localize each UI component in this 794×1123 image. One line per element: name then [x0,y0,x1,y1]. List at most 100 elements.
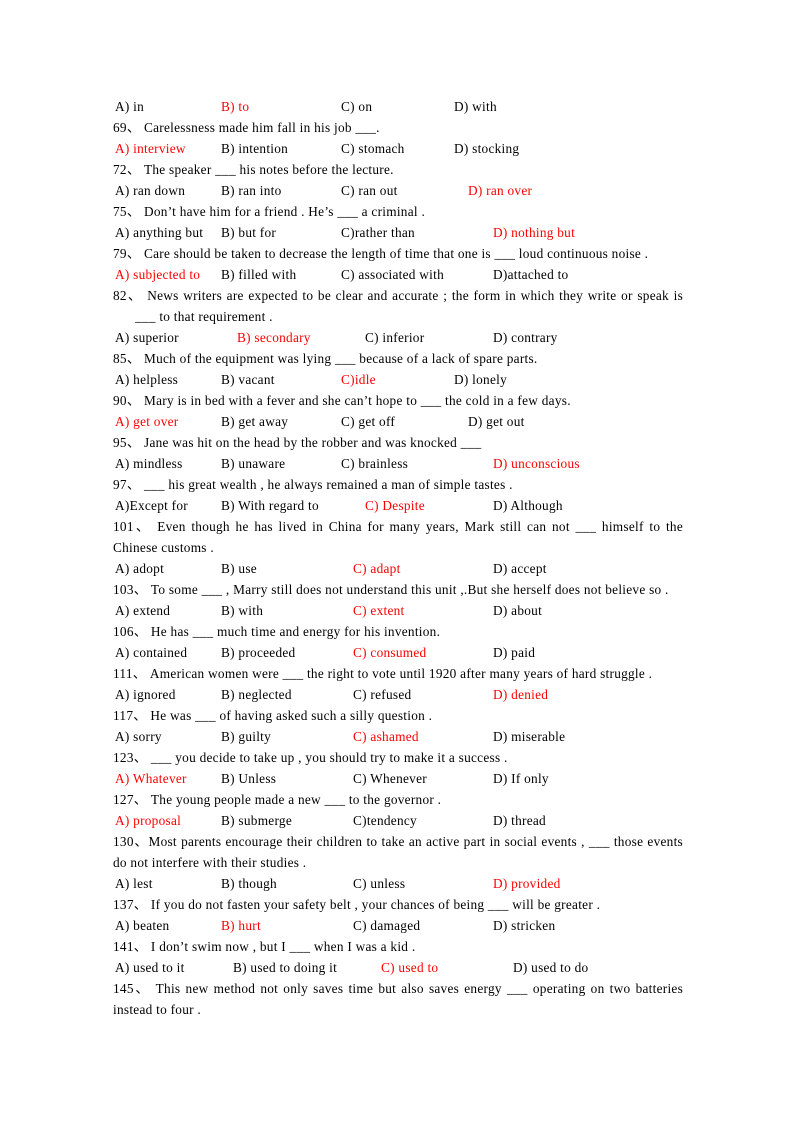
question-number: 75、 [113,204,141,219]
answer-option[interactable]: D) with [454,96,497,117]
answer-option[interactable]: D) thread [493,810,546,831]
answer-option-correct[interactable]: D) ran over [468,180,532,201]
answer-option[interactable]: B) ran into [221,180,282,201]
answer-option-correct[interactable]: C)idle [341,369,376,390]
question-text: I don’t swim now , but I ___ when I was … [150,939,416,954]
answer-option[interactable]: D) paid [493,642,535,663]
question-stem: 95、 Jane was hit on the head by the robb… [113,432,683,453]
answer-option-correct[interactable]: D) provided [493,873,561,894]
answer-option-correct[interactable]: A) proposal [115,810,181,831]
option-row: A) Whatever B) Unless C) Whenever D) If onl… [113,768,683,789]
answer-option[interactable]: C) stomach [341,138,405,159]
answer-option-correct[interactable]: B) secondary [237,327,311,348]
answer-option[interactable]: D) contrary [493,327,558,348]
answer-option[interactable]: A) anything but [115,222,203,243]
answer-option-correct[interactable]: A) Whatever [115,768,187,789]
answer-option[interactable]: B) neglected [221,684,292,705]
answer-option[interactable]: C)tendency [353,810,417,831]
answer-option[interactable]: D) stocking [454,138,519,159]
answer-option-correct[interactable]: D) denied [493,684,548,705]
answer-option-correct[interactable]: C) consumed [353,642,426,663]
question-text: The young people made a new ___ to the g… [150,792,442,807]
answer-option-correct[interactable]: C) adapt [353,558,401,579]
answer-option[interactable]: C) refused [353,684,411,705]
answer-option[interactable]: B) unaware [221,453,285,474]
answer-option[interactable]: A)Except for [115,495,188,516]
answer-option-correct[interactable]: C) Despite [365,495,425,516]
answer-option-correct[interactable]: C) ashamed [353,726,419,747]
answer-option[interactable]: B) though [221,873,277,894]
answer-option[interactable]: B) submerge [221,810,292,831]
answer-option[interactable]: C)rather than [341,222,415,243]
answer-option[interactable]: B) with [221,600,263,621]
answer-option[interactable]: C) brainless [341,453,408,474]
answer-option[interactable]: C) damaged [353,915,420,936]
answer-option[interactable]: C) unless [353,873,405,894]
answer-option[interactable]: A) used to it [115,957,185,978]
question-number: 141、 [113,939,148,954]
answer-option[interactable]: D) Although [493,495,563,516]
answer-option[interactable]: B) With regard to [221,495,319,516]
answer-option[interactable]: B) use [221,558,257,579]
answer-option[interactable]: B) vacant [221,369,275,390]
answer-option-correct[interactable]: C) used to [381,957,438,978]
question-text: Even though he has lived in China for ma… [113,519,683,555]
answer-option[interactable]: C) ran out [341,180,398,201]
option-row: A) used to it B) used to doing it C) used … [113,957,683,978]
answer-option[interactable]: D) If only [493,768,549,789]
question-number: 90、 [113,393,141,408]
question-stem: 82、 News writers are expected to be clea… [113,285,683,327]
answer-option[interactable]: A) mindless [115,453,183,474]
answer-option[interactable]: A) lest [115,873,153,894]
answer-option[interactable]: A) beaten [115,915,169,936]
answer-option[interactable]: C) get off [341,411,395,432]
answer-option[interactable]: D) about [493,600,542,621]
answer-option[interactable]: C) associated with [341,264,444,285]
answer-option-correct[interactable]: C) extent [353,600,405,621]
question-text: American women were ___ the right to vot… [149,666,653,681]
answer-option-correct[interactable]: A) get over [115,411,178,432]
answer-option[interactable]: B) guilty [221,726,271,747]
option-row: A) lest B) though C) unless D) provided [113,873,683,894]
answer-option-correct[interactable]: A) interview [115,138,186,159]
option-row: A) superior B) secondary C) inferior D) con… [113,327,683,348]
answer-option-correct[interactable]: D) unconscious [493,453,580,474]
answer-option[interactable]: A) sorry [115,726,162,747]
answer-option[interactable]: A) contained [115,642,187,663]
question-number: 123、 [113,750,148,765]
answer-option-correct[interactable]: B) to [221,96,249,117]
answer-option[interactable]: A) ignored [115,684,176,705]
answer-option[interactable]: D)attached to [493,264,568,285]
answer-option[interactable]: D) get out [468,411,525,432]
answer-option[interactable]: B) used to doing it [233,957,337,978]
answer-option[interactable]: D) accept [493,558,547,579]
answer-option[interactable]: B) filled with [221,264,296,285]
answer-option[interactable]: B) intention [221,138,288,159]
answer-option[interactable]: D) miserable [493,726,565,747]
question-text: Care should be taken to decrease the len… [144,246,649,261]
answer-option-correct[interactable]: B) hurt [221,915,261,936]
answer-option[interactable]: A) extend [115,600,170,621]
question-text: He was ___ of having asked such a silly … [150,708,433,723]
answer-option[interactable]: D) used to do [513,957,588,978]
answer-option[interactable]: B) proceeded [221,642,295,663]
answer-option[interactable]: A) adopt [115,558,164,579]
answer-option-correct[interactable]: A) subjected to [115,264,200,285]
answer-option[interactable]: D) lonely [454,369,507,390]
answer-option[interactable]: C) Whenever [353,768,427,789]
answer-option[interactable]: B) but for [221,222,276,243]
answer-option[interactable]: B) get away [221,411,288,432]
answer-option[interactable]: B) Unless [221,768,276,789]
answer-option[interactable]: C) on [341,96,372,117]
answer-option[interactable]: A) in [115,96,144,117]
answer-option[interactable]: A) ran down [115,180,185,201]
option-row: A) get over B) get away C) get off D) get o… [113,411,683,432]
document-page: A) in B) to C) on D) with 69、 Carelessness m… [0,0,794,1123]
answer-option[interactable]: C) inferior [365,327,424,348]
answer-option-correct[interactable]: D) nothing but [493,222,575,243]
option-row: A) contained B) proceeded C) consumed D) pa… [113,642,683,663]
question-stem: 137、 If you do not fasten your safety be… [113,894,683,915]
answer-option[interactable]: A) superior [115,327,179,348]
answer-option[interactable]: A) helpless [115,369,178,390]
answer-option[interactable]: D) stricken [493,915,555,936]
